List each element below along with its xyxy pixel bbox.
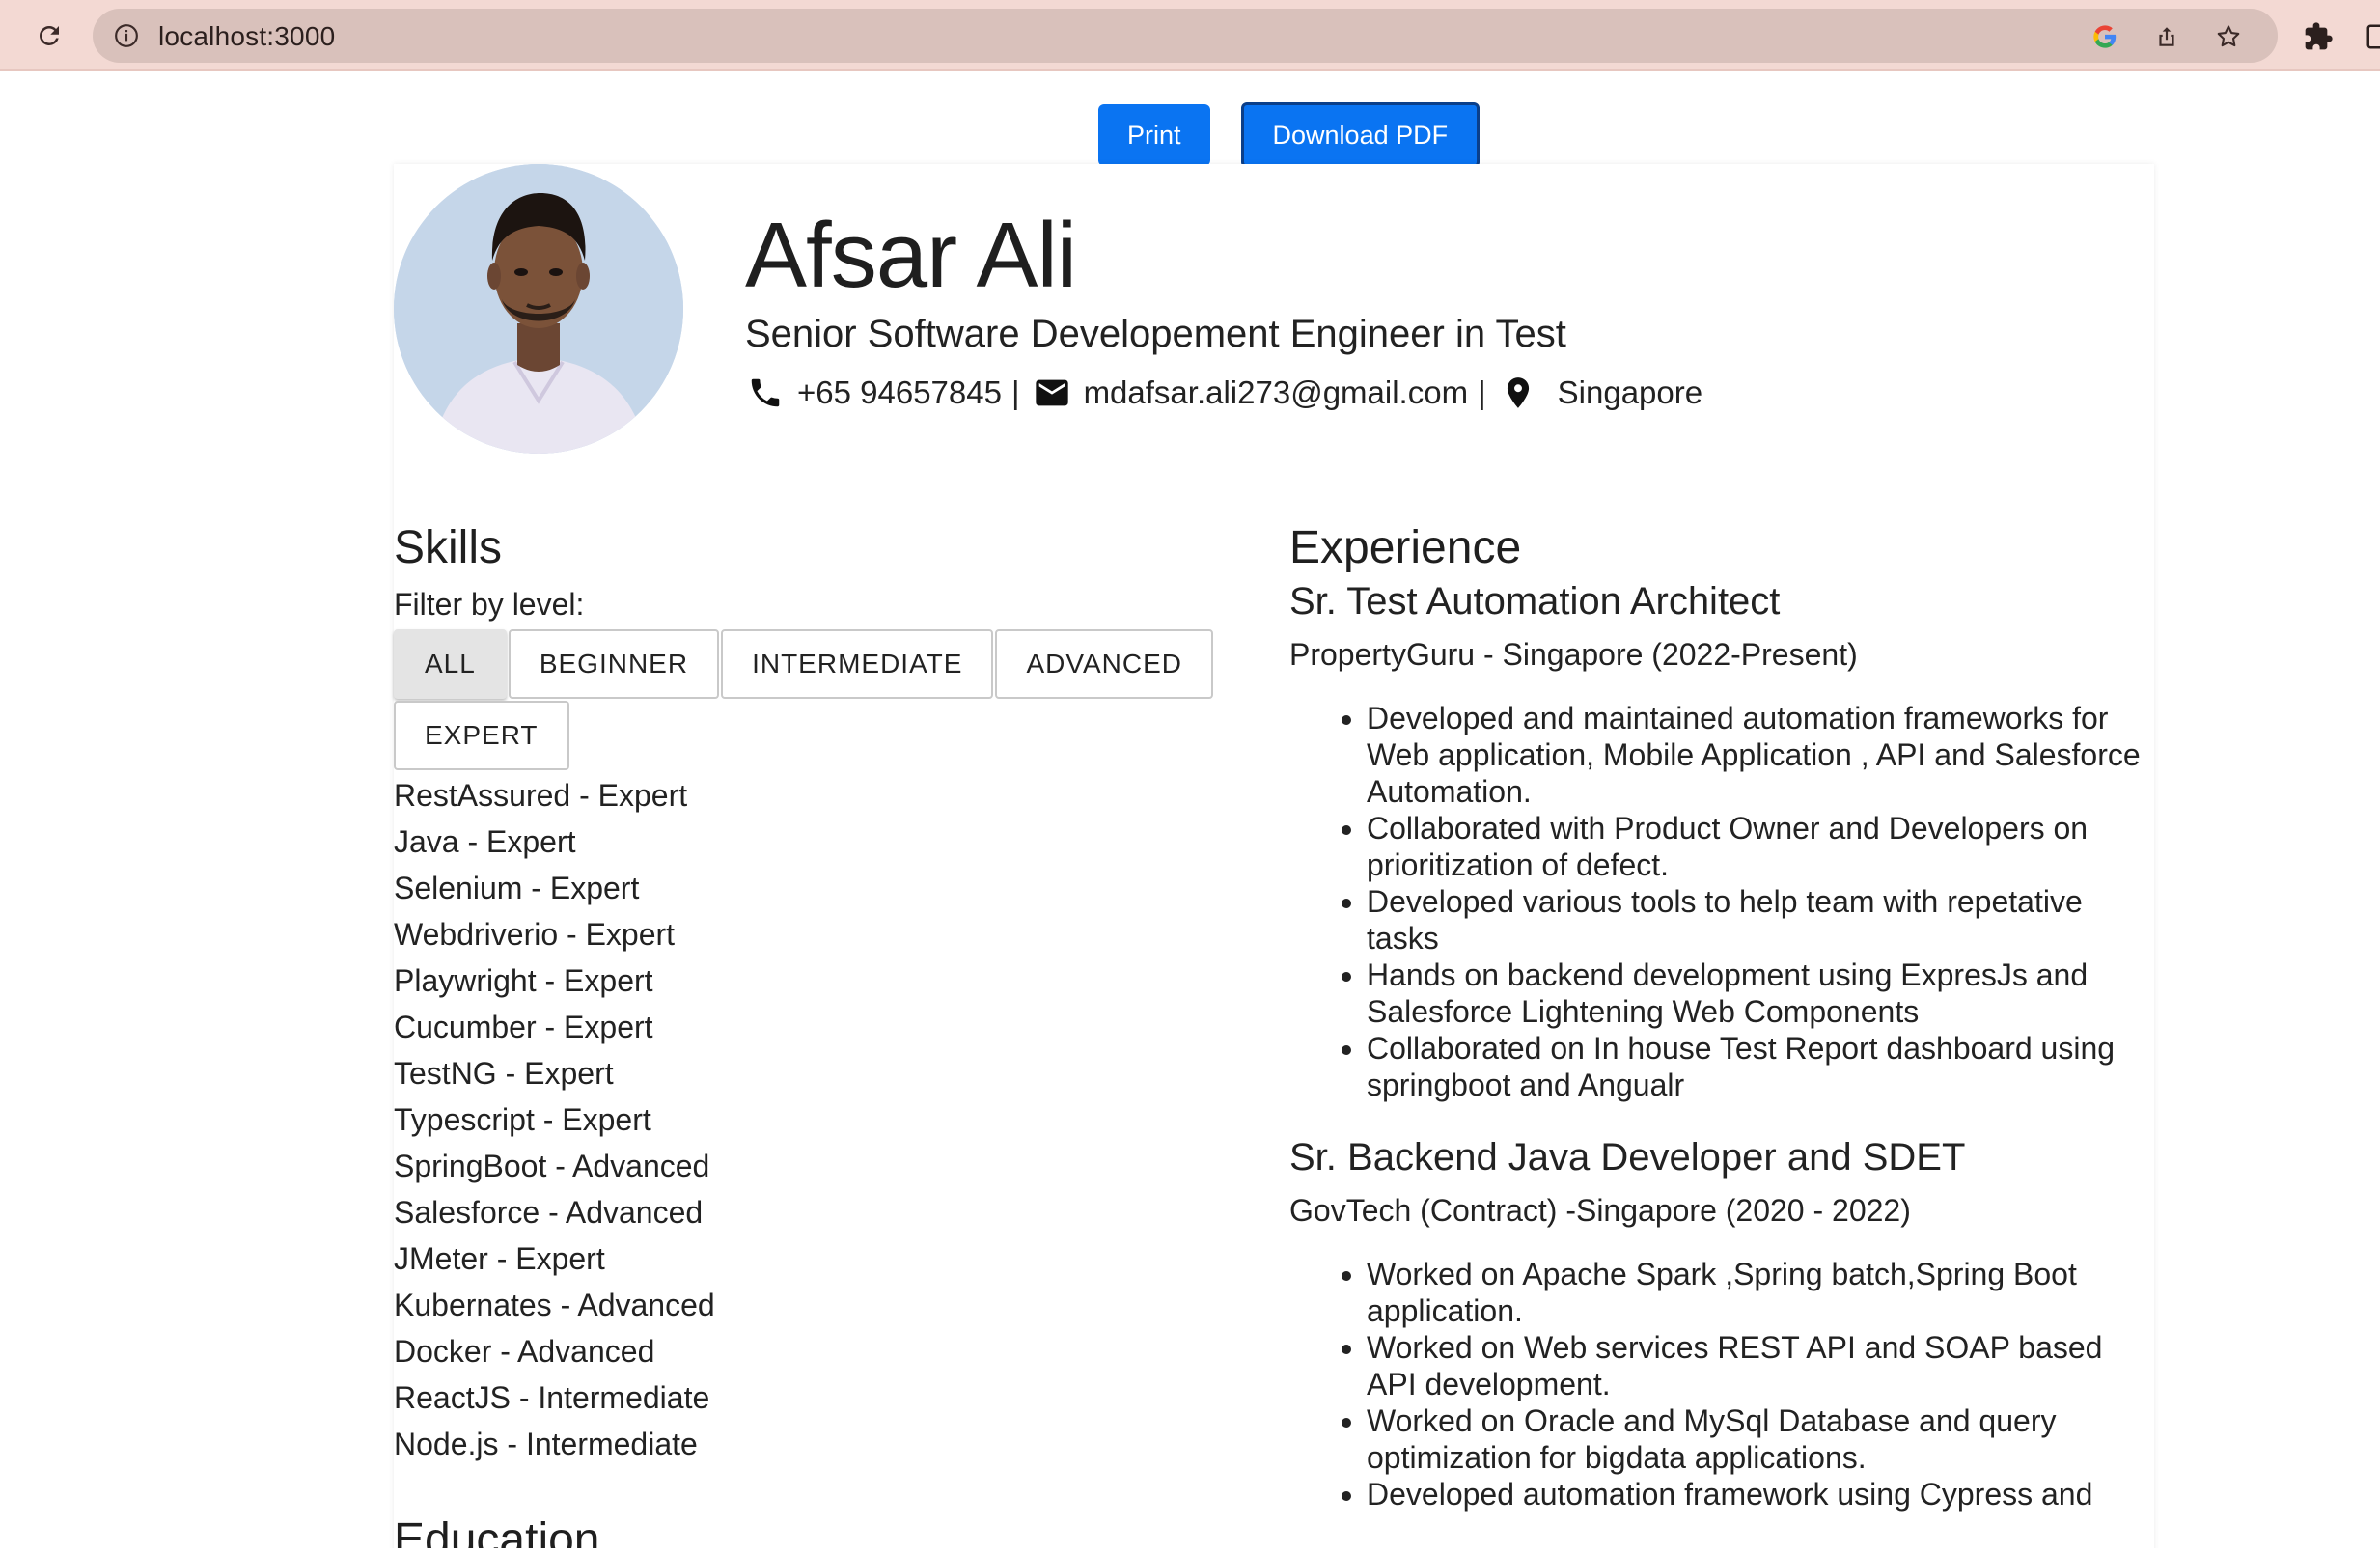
skill-item: Selenium - Expert: [394, 871, 640, 905]
extensions-puzzle-icon[interactable]: [2303, 21, 2334, 52]
candidate-name: Afsar Ali: [745, 204, 1077, 307]
skill-item: Cucumber - Expert: [394, 1010, 653, 1044]
job-bullet: Collaborated on In house Test Report das…: [1367, 1030, 2158, 1103]
skill-item: Salesforce - Advanced: [394, 1195, 704, 1230]
page-viewport: Print Download PDF Afsar Ali Senior Soft…: [0, 71, 2380, 1548]
experience-heading: Experience: [1289, 522, 1522, 573]
job-role: Sr. Test Automation Architect: [1289, 580, 1781, 623]
skill-item: Webdriverio - Expert: [394, 917, 676, 952]
job-responsibilities: Worked on Apache Spark ,Spring batch,Spr…: [1289, 1256, 2158, 1512]
skill-item: Docker - Advanced: [394, 1334, 655, 1369]
filter-advanced-button[interactable]: ADVANCED: [995, 629, 1213, 699]
contact-separator: |: [1010, 375, 1020, 410]
skill-item: TestNG - Expert: [394, 1056, 614, 1091]
resume-card: Afsar Ali Senior Software Developement E…: [394, 164, 2154, 1548]
job-responsibilities: Developed and maintained automation fram…: [1289, 700, 2158, 1103]
url-text[interactable]: localhost:3000: [158, 21, 335, 52]
skill-item: JMeter - Expert: [394, 1241, 605, 1276]
reload-icon[interactable]: [33, 19, 66, 52]
profile-photo: [394, 164, 683, 454]
print-button[interactable]: Print: [1098, 104, 1210, 166]
side-panel-icon[interactable]: [2365, 21, 2380, 52]
skill-item: Node.js - Intermediate: [394, 1427, 698, 1461]
google-icon[interactable]: [2090, 22, 2119, 51]
job-bullet: Worked on Oracle and MySql Database and …: [1367, 1402, 2158, 1476]
experience-section: Experience Sr. Test Automation Architect…: [1289, 521, 2158, 1545]
skill-item: Java - Expert: [394, 824, 576, 859]
job-role: Sr. Backend Java Developer and SDET: [1289, 1136, 1966, 1179]
filter-intermediate-button[interactable]: INTERMEDIATE: [721, 629, 994, 699]
resume-actions: Print Download PDF: [1098, 102, 1481, 168]
job-bullet: Collaborated with Product Owner and Deve…: [1367, 810, 2158, 883]
location-text: Singapore: [1557, 375, 1703, 410]
filter-expert-button[interactable]: EXPERT: [394, 701, 569, 770]
skill-item: RestAssured - Expert: [394, 778, 688, 813]
candidate-title: Senior Software Developement Engineer in…: [745, 313, 1566, 355]
share-icon[interactable]: [2152, 22, 2181, 51]
job-bullet: Developed various tools to help team wit…: [1367, 883, 2158, 957]
download-pdf-button[interactable]: Download PDF: [1240, 102, 1481, 168]
email-address: mdafsar.ali273@gmail.com: [1083, 375, 1469, 410]
education-heading: Education: [394, 1514, 600, 1548]
contact-line: +65 94657845 | mdafsar.ali273@gmail.com …: [745, 373, 1702, 413]
skill-list: RestAssured - Expert Java - Expert Selen…: [394, 772, 715, 1467]
skill-item: Playwright - Expert: [394, 963, 653, 998]
skill-item: Kubernates - Advanced: [394, 1288, 715, 1322]
site-info-icon[interactable]: [114, 23, 139, 48]
skills-heading: Skills: [394, 522, 503, 573]
location-pin-icon: [1498, 373, 1538, 413]
filter-all-button[interactable]: ALL: [394, 629, 507, 699]
filter-label: Filter by level:: [394, 587, 585, 622]
filter-beginner-button[interactable]: BEGINNER: [508, 629, 720, 699]
bookmark-star-icon[interactable]: [2214, 22, 2243, 51]
browser-toolbar: localhost:3000: [0, 0, 2380, 71]
job-bullet: Developed and maintained automation fram…: [1367, 700, 2158, 810]
phone-icon: [745, 373, 786, 413]
job-bullet: Developed automation framework using Cyp…: [1367, 1476, 2158, 1512]
phone-number: +65 94657845: [797, 375, 1002, 410]
job-bullet: Worked on Web services REST API and SOAP…: [1367, 1329, 2158, 1402]
email-icon: [1032, 373, 1072, 413]
job-bullet: Hands on backend development using Expre…: [1367, 957, 2158, 1030]
skill-item: SpringBoot - Advanced: [394, 1149, 710, 1183]
skill-level-filter: ALL BEGINNER INTERMEDIATE ADVANCED EXPER…: [394, 629, 1224, 772]
job-bullet: Worked on Apache Spark ,Spring batch,Spr…: [1367, 1256, 2158, 1329]
skill-item: Typescript - Expert: [394, 1102, 651, 1137]
job-company: GovTech (Contract) -Singapore (2020 - 20…: [1289, 1193, 1911, 1228]
contact-separator: |: [1478, 375, 1486, 410]
address-bar[interactable]: localhost:3000: [93, 9, 2278, 63]
job-company: PropertyGuru - Singapore (2022-Present): [1289, 637, 1858, 672]
skill-item: ReactJS - Intermediate: [394, 1380, 710, 1415]
